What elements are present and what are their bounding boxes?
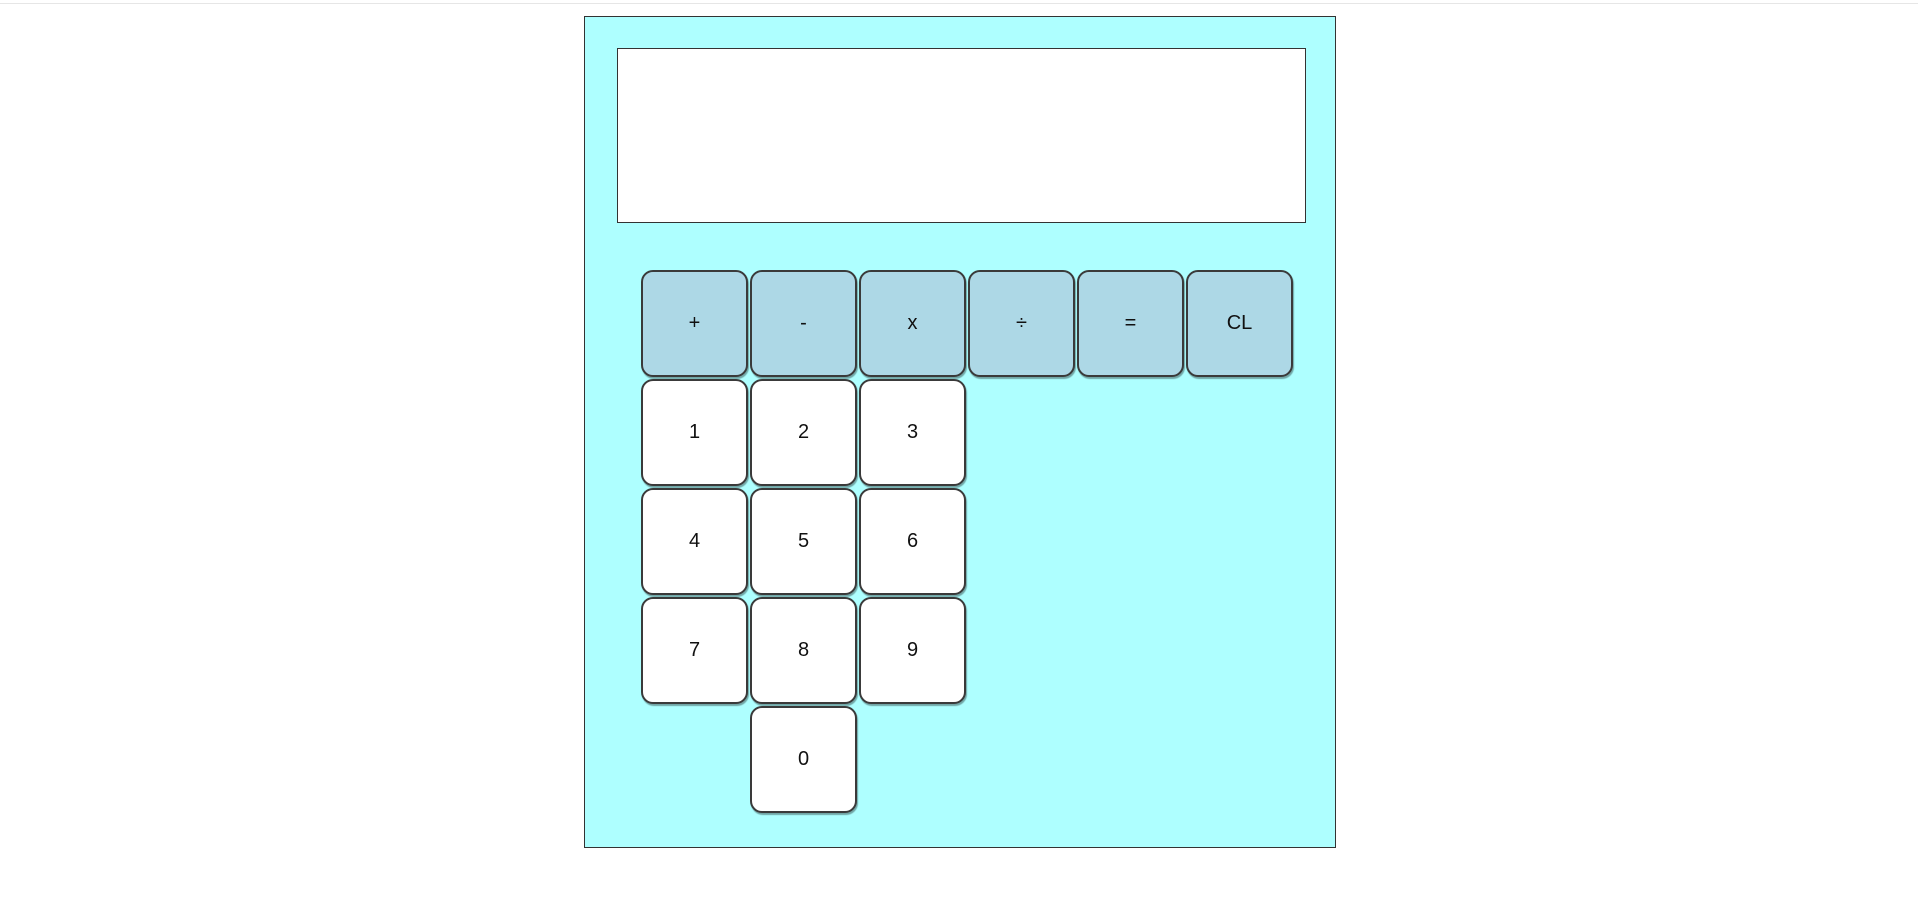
digit-5-button[interactable]: 5	[750, 488, 857, 595]
top-rule	[0, 0, 1918, 4]
add-button[interactable]: +	[641, 270, 748, 377]
digit-4-button[interactable]: 4	[641, 488, 748, 595]
digit-9-button[interactable]: 9	[859, 597, 966, 704]
digit-3-button[interactable]: 3	[859, 379, 966, 486]
equals-button[interactable]: =	[1077, 270, 1184, 377]
calculator-body: + - x ÷ = CL 1 2 3 4 5 6 7 8 9 0	[584, 16, 1336, 848]
divide-button[interactable]: ÷	[968, 270, 1075, 377]
clear-button[interactable]: CL	[1186, 270, 1293, 377]
calculator-display	[617, 48, 1306, 223]
digit-8-button[interactable]: 8	[750, 597, 857, 704]
digit-2-button[interactable]: 2	[750, 379, 857, 486]
digit-7-button[interactable]: 7	[641, 597, 748, 704]
subtract-button[interactable]: -	[750, 270, 857, 377]
digit-1-button[interactable]: 1	[641, 379, 748, 486]
digit-0-button[interactable]: 0	[750, 706, 857, 813]
digit-6-button[interactable]: 6	[859, 488, 966, 595]
multiply-button[interactable]: x	[859, 270, 966, 377]
